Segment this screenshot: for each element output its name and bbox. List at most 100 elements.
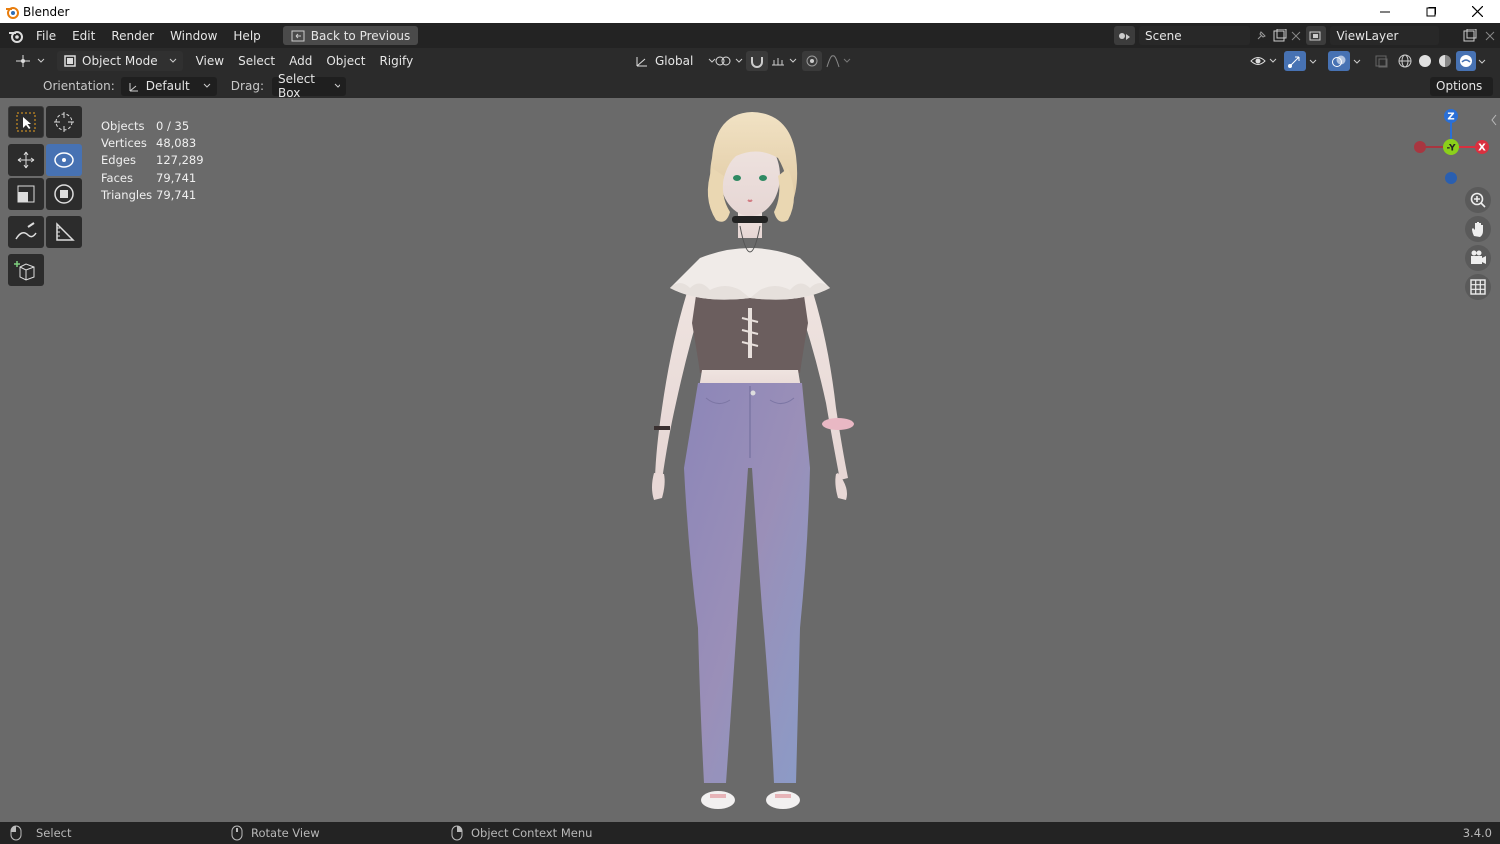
shading-modes xyxy=(1396,51,1476,71)
stat-row: Objects 0 / 35 xyxy=(101,118,204,135)
stat-value: 79,741 xyxy=(156,170,197,185)
menu-help[interactable]: Help xyxy=(225,29,268,43)
cursor-icon xyxy=(54,112,74,132)
proportional-edit-icon xyxy=(806,55,818,67)
view-layer-name: ViewLayer xyxy=(1336,28,1399,43)
tool-move[interactable] xyxy=(8,144,44,176)
visibility-dropdown[interactable] xyxy=(1250,54,1277,68)
editor-type-button[interactable] xyxy=(8,51,51,71)
gizmo-neg-z[interactable] xyxy=(1445,172,1457,184)
stat-value: 48,083 xyxy=(156,136,197,151)
close-icon xyxy=(1471,6,1483,17)
camera-view-button[interactable] xyxy=(1465,245,1491,271)
rendered-sphere-icon xyxy=(1460,55,1472,67)
overlays-toggle[interactable] xyxy=(1328,51,1350,71)
drag-setting-dropdown[interactable]: Select Box xyxy=(271,72,346,100)
new-scene-icon[interactable] xyxy=(1271,28,1288,43)
gizmo-neg-x[interactable] xyxy=(1414,141,1426,153)
tool-add-cube[interactable] xyxy=(8,254,44,286)
tool-transform[interactable] xyxy=(46,178,82,210)
stat-label: Edges xyxy=(101,153,136,168)
tool-measure[interactable] xyxy=(46,216,82,248)
gizmo-toggle[interactable] xyxy=(1284,51,1306,71)
menu-window[interactable]: Window xyxy=(162,29,225,43)
options-dropdown[interactable]: Options xyxy=(1430,76,1493,96)
pivot-icon xyxy=(715,56,731,66)
camera-icon xyxy=(1471,250,1486,264)
shading-material-button[interactable] xyxy=(1436,51,1454,71)
pivot-point-button[interactable] xyxy=(714,54,743,68)
gizmo-x-label: X xyxy=(1478,143,1486,154)
chevron-down-icon xyxy=(334,83,340,88)
tool-cursor[interactable] xyxy=(46,106,82,138)
new-view-layer-icon[interactable] xyxy=(1461,28,1483,43)
orientation-setting-dropdown[interactable]: Default xyxy=(120,76,217,96)
sidebar-toggle-icon[interactable] xyxy=(1490,114,1498,126)
delete-view-layer-icon[interactable] xyxy=(1483,29,1496,43)
navigation-gizmo[interactable]: Z X -Y xyxy=(1408,108,1492,192)
chevron-down-icon[interactable] xyxy=(1478,59,1486,65)
3d-viewport[interactable]: Objects 0 / 35 Vertices 48,083 Edges 127,28… xyxy=(0,98,1500,822)
mode-dropdown[interactable]: Object Mode xyxy=(57,51,183,71)
orientation-setting-value: Default xyxy=(145,79,190,93)
view-layer-browse-button[interactable] xyxy=(1306,26,1327,45)
menu-render[interactable]: Render xyxy=(103,29,162,43)
options-label: Options xyxy=(1436,79,1483,93)
stat-row: Edges 127,289 xyxy=(101,152,204,169)
menu-file[interactable]: File xyxy=(28,29,64,43)
window-title: Blender xyxy=(23,4,70,19)
stat-label: Objects xyxy=(101,119,145,133)
shading-rendered-button[interactable] xyxy=(1456,51,1476,71)
menu-object[interactable]: Object xyxy=(319,54,372,68)
falloff-dropdown[interactable] xyxy=(826,54,851,68)
stat-value: 127,289 xyxy=(156,153,204,168)
proportional-edit-toggle[interactable] xyxy=(802,51,822,71)
chevron-down-icon[interactable] xyxy=(1309,59,1317,65)
zoom-button[interactable] xyxy=(1465,187,1491,213)
tool-scale[interactable] xyxy=(8,178,44,210)
scene-browse-button[interactable] xyxy=(1114,26,1136,45)
toggle-ortho-button[interactable] xyxy=(1465,274,1491,300)
character-model[interactable] xyxy=(640,108,860,818)
delete-scene-icon[interactable] xyxy=(1289,29,1302,43)
pan-button[interactable] xyxy=(1465,216,1491,242)
pin-icon[interactable] xyxy=(1252,29,1271,43)
blender-menu-button[interactable] xyxy=(6,26,26,46)
shading-solid-button[interactable] xyxy=(1416,51,1434,71)
zoom-icon xyxy=(1470,192,1486,208)
menu-edit[interactable]: Edit xyxy=(64,29,103,43)
wireframe-sphere-icon xyxy=(1398,54,1412,68)
tool-settings-bar: Orientation: Default Drag: Select Box Op… xyxy=(0,72,1500,100)
tool-rotate[interactable] xyxy=(46,144,82,176)
chevron-down-icon xyxy=(1269,58,1277,63)
tool-select-box[interactable] xyxy=(8,106,44,138)
transform-orientation-dropdown[interactable]: Global xyxy=(628,51,722,71)
snap-toggle[interactable] xyxy=(746,51,768,71)
overlays-icon xyxy=(1332,55,1346,67)
shading-wireframe-button[interactable] xyxy=(1396,51,1414,71)
render-layers-icon xyxy=(1309,31,1321,40)
stat-label: Faces xyxy=(101,170,133,185)
scene-name: Scene xyxy=(1145,28,1182,43)
transform-icon xyxy=(54,184,74,204)
menu-add[interactable]: Add xyxy=(282,54,319,68)
stat-label: Triangles xyxy=(101,187,153,202)
material-sphere-icon xyxy=(1439,55,1451,67)
chevron-down-icon[interactable] xyxy=(1353,59,1361,65)
minimize-icon xyxy=(1380,11,1390,12)
snap-target-dropdown[interactable] xyxy=(770,54,797,68)
menu-view[interactable]: View xyxy=(189,54,231,68)
scene-name-field[interactable]: Scene xyxy=(1139,26,1251,45)
add-cube-icon xyxy=(14,261,35,281)
menu-select[interactable]: Select xyxy=(231,54,282,68)
menu-rigify[interactable]: Rigify xyxy=(372,54,420,68)
close-window-button[interactable] xyxy=(1454,0,1500,23)
maximize-button[interactable] xyxy=(1408,0,1454,23)
minimize-button[interactable] xyxy=(1362,0,1408,23)
back-to-previous-button[interactable]: Back to Previous xyxy=(282,26,419,45)
stat-row: Faces 79,741 xyxy=(101,170,204,187)
xray-icon[interactable] xyxy=(1374,54,1390,68)
view-layer-name-field[interactable]: ViewLayer xyxy=(1330,26,1439,45)
annotate-icon xyxy=(15,222,37,240)
tool-annotate[interactable] xyxy=(8,216,44,248)
